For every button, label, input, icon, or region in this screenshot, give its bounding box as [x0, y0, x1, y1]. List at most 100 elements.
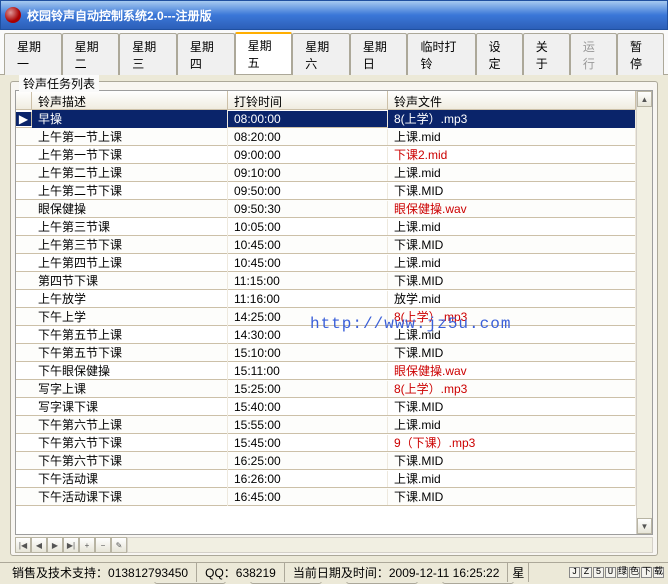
status-bar: 销售及技术支持：013812793450 QQ：638219 当前日期及时间：2…	[0, 562, 668, 582]
table-row[interactable]: 下午眼保健操15:11:00眼保健操.wav	[16, 362, 636, 380]
table-row[interactable]: 上午放学11:16:00放学.mid	[16, 290, 636, 308]
col-header-marker[interactable]	[16, 91, 32, 109]
cell-time: 14:30:00	[228, 327, 388, 343]
cell-desc: 下午活动课	[32, 469, 228, 488]
nav-del[interactable]: −	[95, 537, 111, 553]
grid-header: 铃声描述 打铃时间 铃声文件	[16, 91, 636, 110]
cell-time: 10:05:00	[228, 219, 388, 235]
nav-add[interactable]: +	[79, 537, 95, 553]
cell-file: 下课.MID	[388, 397, 636, 416]
table-row[interactable]: 上午第二节上课09:10:00上课.mid	[16, 164, 636, 182]
cell-file: 下课.MID	[388, 181, 636, 200]
table-row[interactable]: 下午第五节下课15:10:00下课.MID	[16, 344, 636, 362]
status-weekday: 星	[508, 563, 529, 582]
table-row[interactable]: 下午活动课16:26:00上课.mid	[16, 470, 636, 488]
status-brand: JZ5U绿色下载	[569, 567, 664, 578]
table-row[interactable]: 第四节下课11:15:00下课.MID	[16, 272, 636, 290]
cell-file: 9（下课）.mp3	[388, 433, 636, 452]
cell-time: 16:26:00	[228, 471, 388, 487]
tab-5[interactable]: 星期六	[292, 33, 350, 75]
cell-time: 08:20:00	[228, 129, 388, 145]
cell-desc: 第四节下课	[32, 271, 228, 290]
tab-2[interactable]: 星期三	[119, 33, 177, 75]
cell-time: 16:25:00	[228, 453, 388, 469]
nav-next[interactable]: ▶	[47, 537, 63, 553]
nav-last[interactable]: ▶|	[63, 537, 79, 553]
cell-desc: 下午第五节下课	[32, 343, 228, 362]
table-row[interactable]: 下午第五节上课14:30:00上课.mid	[16, 326, 636, 344]
tab-6[interactable]: 星期日	[350, 33, 408, 75]
table-row[interactable]: 上午第一节下课09:00:00下课2.mid	[16, 146, 636, 164]
cell-file: 下课2.mid	[388, 145, 636, 164]
table-row[interactable]: 下午活动课下课16:45:00下课.MID	[16, 488, 636, 506]
cell-file: 下课.MID	[388, 235, 636, 254]
tab-3[interactable]: 星期四	[177, 33, 235, 75]
table-row[interactable]: 下午第六节下课15:45:009（下课）.mp3	[16, 434, 636, 452]
tab-0[interactable]: 星期一	[4, 33, 62, 75]
status-datetime: 当前日期及时间：2009-12-11 16:25:22	[285, 563, 509, 582]
cell-file: 上课.mid	[388, 217, 636, 236]
table-row[interactable]: 写字上课15:25:008(上学）.mp3	[16, 380, 636, 398]
col-header-desc[interactable]: 铃声描述	[32, 91, 228, 109]
tab-1[interactable]: 星期二	[62, 33, 120, 75]
table-row[interactable]: 上午第三节下课10:45:00下课.MID	[16, 236, 636, 254]
cell-time: 15:40:00	[228, 399, 388, 415]
cell-time: 10:45:00	[228, 255, 388, 271]
cell-desc: 上午第一节下课	[32, 145, 228, 164]
cell-file: 上课.mid	[388, 325, 636, 344]
task-grid[interactable]: 铃声描述 打铃时间 铃声文件 ▶早操08:00:008(上学）.mp3上午第一节…	[16, 91, 636, 534]
tab-strip: 星期一星期二星期三星期四星期五星期六星期日临时打铃设定关于运行暂停	[0, 30, 668, 75]
table-row[interactable]: 眼保健操09:50:30眼保健操.wav	[16, 200, 636, 218]
cell-file: 上课.mid	[388, 469, 636, 488]
tab-7[interactable]: 临时打铃	[407, 33, 475, 75]
table-row[interactable]: 下午第六节上课15:55:00上课.mid	[16, 416, 636, 434]
groupbox-legend: 铃声任务列表	[19, 75, 99, 92]
tab-11[interactable]: 暂停	[617, 33, 664, 75]
table-row[interactable]: 下午第六节下课16:25:00下课.MID	[16, 452, 636, 470]
cell-desc: 上午第四节上课	[32, 253, 228, 272]
nav-first[interactable]: |◀	[15, 537, 31, 553]
table-row[interactable]: 上午第四节上课10:45:00上课.mid	[16, 254, 636, 272]
nav-prev[interactable]: ◀	[31, 537, 47, 553]
table-row[interactable]: ▶早操08:00:008(上学）.mp3	[16, 110, 636, 128]
cell-desc: 下午第六节上课	[32, 415, 228, 434]
col-header-file[interactable]: 铃声文件	[388, 91, 636, 109]
row-marker: ▶	[16, 112, 32, 126]
cell-file: 下课.MID	[388, 343, 636, 362]
cell-desc: 写字课下课	[32, 397, 228, 416]
grid-container: 铃声描述 打铃时间 铃声文件 ▶早操08:00:008(上学）.mp3上午第一节…	[15, 90, 653, 535]
table-row[interactable]: 上午第一节上课08:20:00上课.mid	[16, 128, 636, 146]
table-row[interactable]: 写字课下课15:40:00下课.MID	[16, 398, 636, 416]
scroll-thumb[interactable]	[637, 107, 652, 518]
cell-time: 15:10:00	[228, 345, 388, 361]
cell-time: 09:00:00	[228, 147, 388, 163]
nav-edit[interactable]: ✎	[111, 537, 127, 553]
cell-file: 上课.mid	[388, 127, 636, 146]
status-support: 销售及技术支持：013812793450	[4, 563, 197, 582]
col-header-time[interactable]: 打铃时间	[228, 91, 388, 109]
cell-file: 下课.MID	[388, 451, 636, 470]
cell-file: 上课.mid	[388, 415, 636, 434]
grid-body[interactable]: ▶早操08:00:008(上学）.mp3上午第一节上课08:20:00上课.mi…	[16, 110, 636, 506]
cell-time: 15:45:00	[228, 435, 388, 451]
cell-file: 8(上学）.mp3	[388, 379, 636, 398]
scroll-up-button[interactable]: ▲	[637, 91, 652, 107]
scroll-down-button[interactable]: ▼	[637, 518, 652, 534]
tab-9[interactable]: 关于	[523, 33, 570, 75]
tab-10: 运行	[570, 33, 617, 75]
cell-desc: 下午第五节上课	[32, 325, 228, 344]
table-row[interactable]: 上午第二节下课09:50:00下课.MID	[16, 182, 636, 200]
cell-file: 8(上学）.mp3	[388, 307, 636, 326]
cell-time: 14:25:00	[228, 309, 388, 325]
vertical-scrollbar[interactable]: ▲ ▼	[636, 91, 652, 534]
table-row[interactable]: 上午第三节课10:05:00上课.mid	[16, 218, 636, 236]
cell-file: 眼保健操.wav	[388, 361, 636, 380]
window-titlebar: 校园铃声自动控制系统2.0---注册版	[0, 0, 668, 30]
cell-desc: 下午眼保健操	[32, 361, 228, 380]
tab-8[interactable]: 设定	[476, 33, 523, 75]
cell-time: 10:45:00	[228, 237, 388, 253]
tab-4[interactable]: 星期五	[235, 32, 293, 74]
record-navigator[interactable]: |◀ ◀ ▶ ▶| + − ✎	[15, 537, 653, 553]
cell-desc: 上午放学	[32, 289, 228, 308]
table-row[interactable]: 下午上学14:25:008(上学）.mp3	[16, 308, 636, 326]
